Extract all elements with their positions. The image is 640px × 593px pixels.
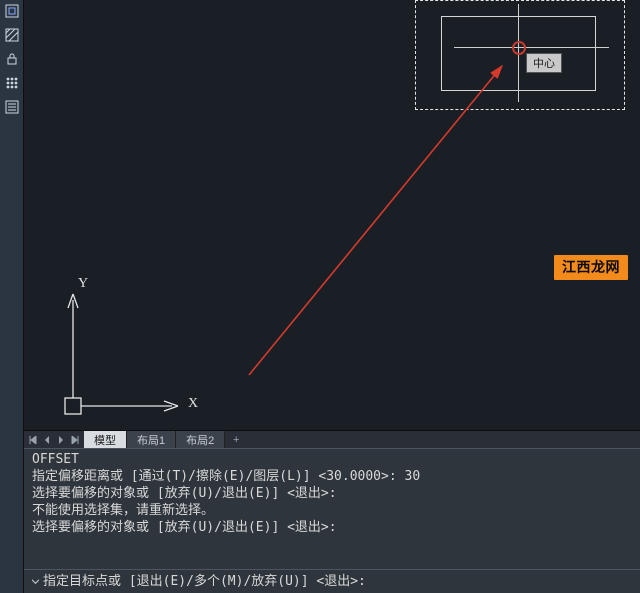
lock-icon[interactable] bbox=[3, 50, 21, 68]
tab-model[interactable]: 模型 bbox=[84, 431, 127, 448]
command-prompt: 指定目标点或 [退出(E)/多个(M)/放弃(U)] <退出>: bbox=[43, 573, 366, 590]
ucs-y-label: Y bbox=[78, 276, 88, 292]
tab-layout2[interactable]: 布局2 bbox=[176, 431, 225, 448]
command-line: 选择要偏移的对象或 [放弃(U)/退出(E)] <退出>: bbox=[32, 485, 634, 502]
layout-tabs-bar: 模型 布局1 布局2 + bbox=[24, 430, 640, 448]
ucs-icon: Y X bbox=[60, 280, 200, 420]
selection-marquee: 中心 bbox=[415, 0, 625, 110]
cursor-crosshair-h bbox=[454, 47, 609, 48]
command-line: 选择要偏移的对象或 [放弃(U)/退出(E)] <退出>: bbox=[32, 519, 634, 536]
watermark: 江西龙网 bbox=[554, 255, 628, 280]
chevron-down-icon bbox=[32, 578, 39, 585]
command-window: OFFSET指定偏移距离或 [通过(T)/擦除(E)/图层(L)] <30.00… bbox=[24, 448, 640, 593]
command-input-row[interactable]: 指定目标点或 [退出(E)/多个(M)/放弃(U)] <退出>: bbox=[24, 570, 640, 593]
tab-nav-prev[interactable] bbox=[40, 432, 54, 448]
tab-label: 布局2 bbox=[186, 432, 214, 448]
tab-nav-next[interactable] bbox=[54, 432, 68, 448]
command-line: OFFSET bbox=[32, 451, 634, 468]
grid-icon[interactable] bbox=[3, 74, 21, 92]
hatch-icon[interactable] bbox=[3, 26, 21, 44]
command-history[interactable]: OFFSET指定偏移距离或 [通过(T)/擦除(E)/图层(L)] <30.00… bbox=[24, 449, 640, 569]
tab-add-button[interactable]: + bbox=[225, 431, 247, 448]
tab-label: 布局1 bbox=[137, 432, 165, 448]
left-toolbar bbox=[0, 0, 24, 593]
drawing-canvas[interactable]: 中心 bbox=[24, 0, 640, 430]
tab-layout1[interactable]: 布局1 bbox=[127, 431, 176, 448]
properties-icon[interactable] bbox=[3, 98, 21, 116]
ucs-x-label: X bbox=[188, 396, 198, 412]
plus-icon: + bbox=[233, 434, 239, 446]
snap-tooltip: 中心 bbox=[526, 53, 562, 73]
command-line: 指定偏移距离或 [通过(T)/擦除(E)/图层(L)] <30.0000>: 3… bbox=[32, 468, 634, 485]
constraint-square-icon[interactable] bbox=[3, 2, 21, 20]
command-line: 不能使用选择集，请重新选择。 bbox=[32, 502, 634, 519]
tab-label: 模型 bbox=[94, 432, 116, 448]
snap-marker-center bbox=[512, 41, 526, 55]
tab-nav-last[interactable] bbox=[68, 432, 82, 448]
tab-nav-first[interactable] bbox=[26, 432, 40, 448]
